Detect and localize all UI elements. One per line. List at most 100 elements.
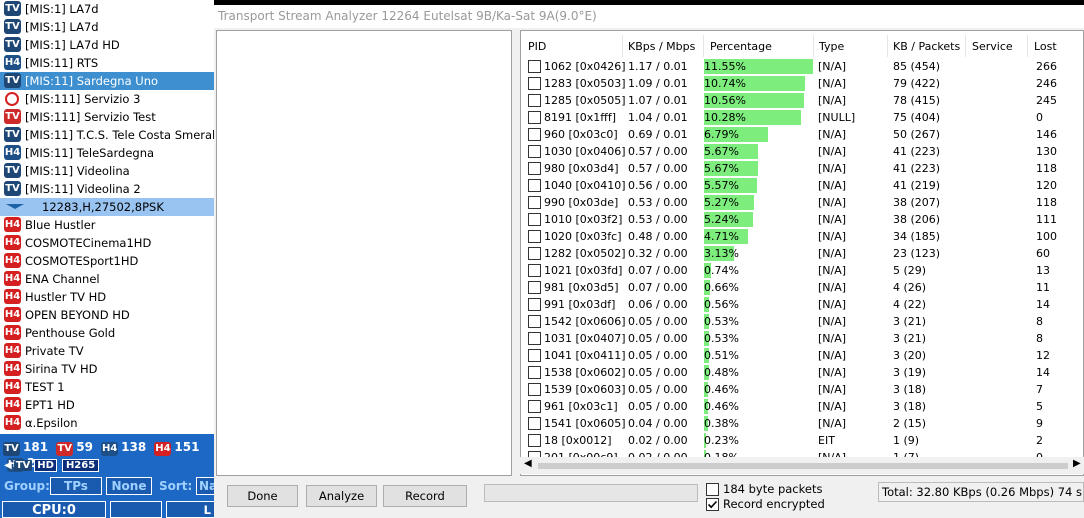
- row-checkbox[interactable]: [528, 111, 541, 124]
- row-checkbox[interactable]: [528, 145, 541, 158]
- channel-item[interactable]: TV [MIS:11] Sardegna Uno: [0, 72, 214, 90]
- table-row[interactable]: 981 [0x03d5] 0.07 / 0.00 0.66% [N/A] 4 (26) 1…: [521, 279, 1083, 296]
- record-button[interactable]: Record: [383, 485, 467, 507]
- table-row[interactable]: 1010 [0x03f2] 0.53 / 0.00 5.24% [N/A] 38 (20…: [521, 211, 1083, 228]
- row-checkbox[interactable]: [528, 281, 541, 294]
- channel-item[interactable]: H4 Blue Hustler: [0, 216, 214, 234]
- row-checkbox[interactable]: [528, 60, 541, 73]
- channel-item[interactable]: TV [MIS:11] T.C.S. Tele Costa Smeralda: [0, 126, 214, 144]
- column-divider[interactable]: [1027, 35, 1028, 57]
- column-divider[interactable]: [703, 35, 704, 57]
- channel-item[interactable]: [MIS:111] Servizio 3: [0, 90, 214, 108]
- row-checkbox[interactable]: [528, 247, 541, 260]
- done-button[interactable]: Done: [227, 485, 298, 507]
- horizontal-scrollbar[interactable]: ◀ ▶: [520, 457, 1084, 474]
- channel-item[interactable]: H4 α.Epsilon: [0, 414, 214, 432]
- channel-item[interactable]: TV [MIS:11] Videolina: [0, 162, 214, 180]
- row-checkbox[interactable]: [528, 94, 541, 107]
- column-divider[interactable]: [965, 35, 966, 57]
- column-header[interactable]: KB / Packets: [893, 38, 960, 55]
- table-row[interactable]: 1542 [0x0606] 0.05 / 0.00 0.53% [N/A] 3 (21)…: [521, 313, 1083, 330]
- left-arrow-icon[interactable]: ◀: [4, 460, 12, 471]
- row-checkbox[interactable]: [528, 77, 541, 90]
- table-row[interactable]: 1282 [0x0502] 0.32 / 0.00 3.13% [N/A] 23 (12…: [521, 245, 1083, 262]
- column-divider[interactable]: [622, 35, 623, 57]
- table-row[interactable]: 1541 [0x0605] 0.04 / 0.00 0.38% [N/A] 2 (15)…: [521, 415, 1083, 432]
- scroll-right-icon[interactable]: ▶: [1073, 458, 1081, 469]
- channel-item[interactable]: H4 [MIS:11] TeleSardegna: [0, 144, 214, 162]
- table-row[interactable]: 1285 [0x0505] 1.07 / 0.01 10.56% [N/A] 78 (4…: [521, 92, 1083, 109]
- service-tree-panel[interactable]: [216, 30, 512, 476]
- row-checkbox[interactable]: [528, 349, 541, 362]
- table-row[interactable]: 1030 [0x0406] 0.57 / 0.00 5.67% [N/A] 41 (22…: [521, 143, 1083, 160]
- channel-item[interactable]: TV [MIS:111] Servizio Test: [0, 108, 214, 126]
- row-checkbox[interactable]: [528, 179, 541, 192]
- table-row[interactable]: 1538 [0x0602] 0.05 / 0.00 0.48% [N/A] 3 (19)…: [521, 364, 1083, 381]
- channel-item[interactable]: H4 ENA Channel: [0, 270, 214, 288]
- column-header[interactable]: PID: [528, 38, 546, 55]
- table-row[interactable]: 960 [0x03c0] 0.69 / 0.01 6.79% [N/A] 50 (267…: [521, 126, 1083, 143]
- channel-item[interactable]: H4 Hustler TV HD: [0, 288, 214, 306]
- table-row[interactable]: 990 [0x03de] 0.53 / 0.00 5.27% [N/A] 38 (207…: [521, 194, 1083, 211]
- row-checkbox[interactable]: [528, 332, 541, 345]
- row-checkbox[interactable]: [528, 298, 541, 311]
- channel-item[interactable]: 12283,H,27502,8PSK: [0, 198, 214, 216]
- row-checkbox[interactable]: [528, 213, 541, 226]
- scrollbar-thumb[interactable]: [538, 463, 1068, 469]
- table-row[interactable]: 1062 [0x0426] 1.17 / 0.01 11.55% [N/A] 85 (4…: [521, 58, 1083, 75]
- channel-item[interactable]: H4 COSMOTECinema1HD: [0, 234, 214, 252]
- sort-select[interactable]: Na: [196, 477, 214, 495]
- channel-item[interactable]: H4 OPEN BEYOND HD: [0, 306, 214, 324]
- column-header[interactable]: Service: [972, 38, 1013, 55]
- analyze-button[interactable]: Analyze: [306, 485, 377, 507]
- table-row[interactable]: 1040 [0x0410] 0.56 / 0.00 5.57% [N/A] 41 (21…: [521, 177, 1083, 194]
- packets184-box[interactable]: [706, 483, 719, 496]
- channel-item[interactable]: H4 Sirina TV HD: [0, 360, 214, 378]
- table-row[interactable]: 1020 [0x03fc] 0.48 / 0.00 4.71% [N/A] 34 (18…: [521, 228, 1083, 245]
- row-checkbox[interactable]: [528, 315, 541, 328]
- row-checkbox[interactable]: [528, 264, 541, 277]
- channel-item[interactable]: H4 Penthouse Gold: [0, 324, 214, 342]
- channel-item[interactable]: TV [MIS:1] LA7d: [0, 18, 214, 36]
- table-row[interactable]: 1041 [0x0411] 0.05 / 0.00 0.51% [N/A] 3 (20)…: [521, 347, 1083, 364]
- expand-arrow-icon[interactable]: [6, 204, 24, 209]
- channel-item[interactable]: H4 [MIS:11] RTS: [0, 54, 214, 72]
- column-header[interactable]: Type: [819, 38, 844, 55]
- table-row[interactable]: 1283 [0x0503] 1.09 / 0.01 10.74% [N/A] 79 (4…: [521, 75, 1083, 92]
- group-none-button[interactable]: None: [106, 477, 152, 495]
- group-tps-button[interactable]: TPs: [50, 477, 102, 495]
- channel-item[interactable]: H4 COSMOTESport1HD: [0, 252, 214, 270]
- channel-item[interactable]: TV [MIS:11] Videolina 2: [0, 180, 214, 198]
- filter-h265[interactable]: H265: [61, 458, 100, 472]
- row-checkbox[interactable]: [528, 196, 541, 209]
- record-encrypted-box[interactable]: [706, 498, 719, 511]
- row-checkbox[interactable]: [528, 366, 541, 379]
- channel-item[interactable]: TV [MIS:1] LA7d: [0, 0, 214, 18]
- table-row[interactable]: 1539 [0x0603] 0.05 / 0.00 0.46% [N/A] 3 (18)…: [521, 381, 1083, 398]
- table-row[interactable]: 8191 [0x1fff] 1.04 / 0.01 10.28% [NULL] 75 (…: [521, 109, 1083, 126]
- table-row[interactable]: 1031 [0x0407] 0.05 / 0.00 0.53% [N/A] 3 (21)…: [521, 330, 1083, 347]
- filter-hd[interactable]: HD: [34, 458, 57, 472]
- scroll-left-icon[interactable]: ◀: [524, 458, 532, 469]
- row-checkbox[interactable]: [528, 434, 541, 447]
- channel-item[interactable]: H4 TEST 1: [0, 378, 214, 396]
- row-checkbox[interactable]: [528, 383, 541, 396]
- column-header[interactable]: KBps / Mbps: [628, 38, 695, 55]
- column-header[interactable]: Percentage: [710, 38, 772, 55]
- filter-tv[interactable]: TV: [13, 459, 33, 471]
- table-row[interactable]: 961 [0x03c1] 0.05 / 0.00 0.46% [N/A] 3 (18) 5: [521, 398, 1083, 415]
- table-row[interactable]: 1021 [0x03fd] 0.07 / 0.00 0.74% [N/A] 5 (29)…: [521, 262, 1083, 279]
- row-checkbox[interactable]: [528, 400, 541, 413]
- column-header[interactable]: Lost: [1034, 38, 1057, 55]
- table-row[interactable]: 991 [0x03df] 0.06 / 0.00 0.56% [N/A] 4 (22) 1…: [521, 296, 1083, 313]
- table-row[interactable]: 18 [0x0012] 0.02 / 0.00 0.23% EIT 1 (9) 2: [521, 432, 1083, 449]
- row-checkbox[interactable]: [528, 417, 541, 430]
- column-divider[interactable]: [813, 35, 814, 57]
- channel-item[interactable]: TV [MIS:1] LA7d HD: [0, 36, 214, 54]
- table-row[interactable]: 980 [0x03d4] 0.57 / 0.00 5.67% [N/A] 41 (223…: [521, 160, 1083, 177]
- row-checkbox[interactable]: [528, 128, 541, 141]
- channel-item[interactable]: H4 Private TV: [0, 342, 214, 360]
- channel-item[interactable]: H4 EPT1 HD: [0, 396, 214, 414]
- column-divider[interactable]: [887, 35, 888, 57]
- row-checkbox[interactable]: [528, 162, 541, 175]
